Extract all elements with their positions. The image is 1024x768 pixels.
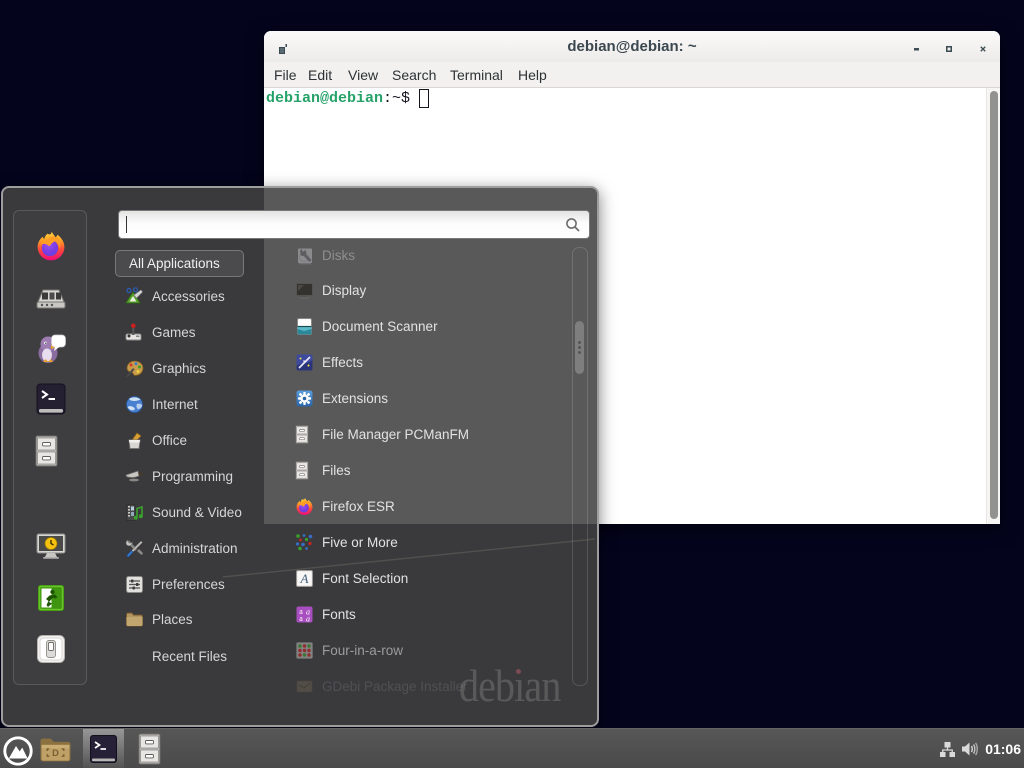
svg-text:D: D xyxy=(52,748,59,758)
